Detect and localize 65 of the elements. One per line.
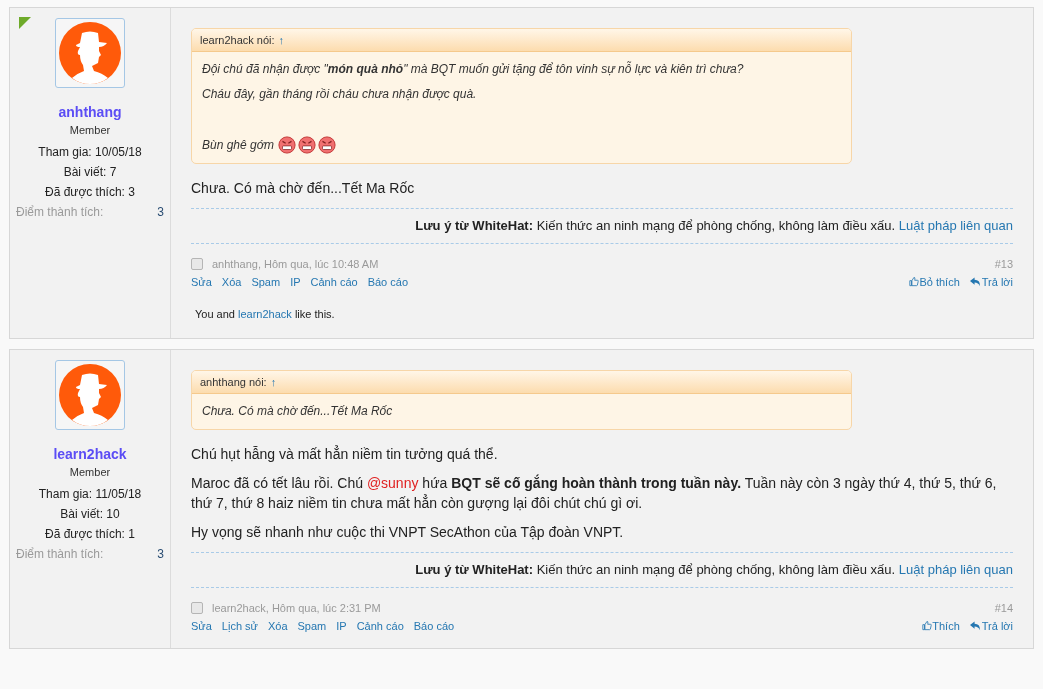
angry-emoji-icon: [277, 136, 296, 154]
post-number-link[interactable]: #13: [994, 256, 1013, 273]
mention-link[interactable]: @sunny: [366, 475, 419, 491]
angry-emoji-icon: [297, 136, 316, 154]
post-action-link[interactable]: Cảnh cáo: [356, 617, 404, 634]
post-action-link[interactable]: Sửa: [191, 273, 212, 290]
post-action-link[interactable]: Xóa: [267, 617, 288, 634]
points-value: 3: [157, 546, 164, 563]
quote-jump-link[interactable]: ↑: [270, 373, 277, 391]
user-avatar[interactable]: [55, 18, 125, 88]
quote-author: anhthang nói:: [200, 374, 267, 390]
quote-text: Chưa. Có mà chờ đến...Tết Ma Rốc: [202, 403, 393, 420]
post-action-link[interactable]: Xóa: [221, 273, 242, 290]
post-text: Hy vọng sẽ nhanh như cuộc thi VNPT SecAthon của Tập đoàn VNPT.: [191, 523, 625, 542]
law-link[interactable]: Luật pháp liên quan: [898, 562, 1013, 577]
post-action-link[interactable]: IP: [290, 273, 301, 290]
points-label: Điểm thành tích:: [16, 546, 104, 563]
notice-text: Lưu ý từ WhiteHat: Kiến thức an ninh mạng để phòng chống, không làm điều xấu. Luật pháp liên quan: [415, 561, 1013, 579]
post-text: Chưa. Có mà chờ đến...Tết Ma Rốc: [191, 179, 416, 198]
post-action-link[interactable]: Cảnh cáo: [310, 273, 358, 290]
quote-author: learn2hack nói:: [200, 32, 275, 48]
user-stat: Đã được thích: 3: [45, 184, 135, 201]
points-value: 3: [157, 204, 164, 221]
post-text: Chú hụt hẫng và mất hẳn niềm tin tưởng quá thể.: [191, 444, 499, 464]
reply-link[interactable]: Trả lời: [969, 617, 1013, 634]
like-link[interactable]: Bỏ thích: [909, 273, 960, 290]
post-byline: anhthang, Hôm qua, lúc 10:48 AM: [212, 257, 379, 272]
reply-arrow-icon: [969, 620, 981, 631]
thumbs-up-icon: [922, 620, 933, 632]
notice-text: Lưu ý từ WhiteHat: Kiến thức an ninh mạng để phòng chống, không làm điều xấu. Luật pháp liên quan: [415, 217, 1013, 235]
law-link[interactable]: Luật pháp liên quan: [898, 218, 1013, 233]
user-avatar[interactable]: [55, 360, 125, 430]
reply-link[interactable]: Trả lời: [969, 273, 1013, 290]
user-title: Member: [69, 465, 111, 479]
points-label: Điểm thành tích:: [16, 204, 104, 221]
user-stat: Bài viết: 10: [60, 506, 120, 523]
post-action-link[interactable]: IP: [336, 617, 347, 634]
post-text: Maroc đã có tết lâu rồi. Chú @sunny hứa BQT sẽ cố gắng hoàn thành trong tuần này. Tuần này còn 3 ngày thứ 4, thứ 5, thứ 6, thứ 7, thứ 8 haiz niềm tin chưa mất hẳn còn gượng lại đôi chút chú gì ơi.: [191, 473, 998, 513]
user-stat: Tham gia: 11/05/18: [38, 486, 142, 503]
post-number-link[interactable]: #14: [994, 600, 1013, 617]
user-stat: Đã được thích: 1: [45, 526, 135, 543]
like-link[interactable]: Thích: [922, 617, 960, 634]
username-link[interactable]: anhthang: [58, 103, 122, 121]
user-link[interactable]: learn2hack: [238, 308, 292, 320]
post-action-link[interactable]: Báo cáo: [367, 273, 409, 290]
quote-text: Cháu đây, gần tháng rồi cháu chưa nhận được quà.: [202, 86, 477, 103]
select-checkbox[interactable]: [191, 602, 203, 615]
post-action-link[interactable]: Spam: [297, 617, 327, 634]
thumbs-up-icon: [909, 276, 920, 288]
post-action-link[interactable]: Báo cáo: [413, 617, 455, 634]
user-title: Member: [69, 123, 111, 137]
post-action-link[interactable]: Lịch sử: [221, 617, 258, 634]
reply-arrow-icon: [969, 276, 981, 287]
user-stat: Tham gia: 10/05/18: [38, 144, 142, 161]
user-stat: Bài viết: 7: [63, 164, 117, 181]
quote-text: Đội chú đã nhận được "món quà nhỏ" mà BQT muốn gửi tặng để tôn vinh sự nỗ lực và kiên trì chưa?: [202, 61, 744, 78]
quote-jump-link[interactable]: ↑: [278, 31, 285, 49]
username-link[interactable]: learn2hack: [53, 445, 127, 463]
quote-text: Bùn ghê gớm: [202, 136, 274, 154]
angry-emoji-icon: [317, 136, 336, 154]
post-byline: learn2hack, Hôm qua, lúc 2:31 PM: [212, 601, 381, 616]
select-checkbox[interactable]: [191, 258, 203, 271]
post-action-link[interactable]: Sửa: [191, 617, 212, 634]
likes-summary: You and learn2hack like this.: [195, 307, 336, 322]
post-action-link[interactable]: Spam: [251, 273, 281, 290]
